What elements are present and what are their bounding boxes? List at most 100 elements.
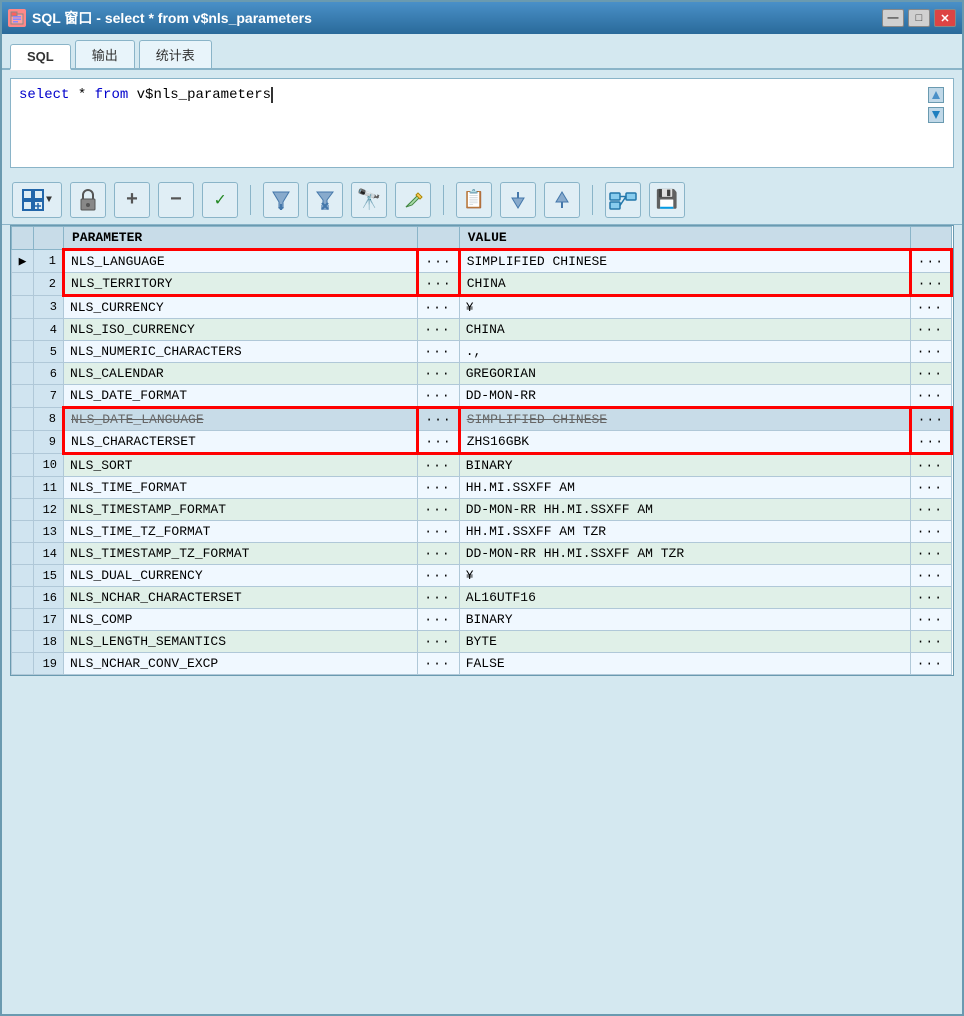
cell-dots1: ··· [418,609,459,631]
cell-parameter[interactable]: NLS_NUMERIC_CHARACTERS [64,341,418,363]
cell-value[interactable]: BYTE [459,631,910,653]
table-row: 10NLS_SORT···BINARY··· [12,454,952,477]
cell-dots1: ··· [418,477,459,499]
remove-row-button[interactable]: − [158,182,194,218]
cell-value[interactable]: CHINA [459,319,910,341]
cell-parameter[interactable]: NLS_LANGUAGE [64,250,418,273]
toolbar: ▼ + − ✓ [2,176,962,225]
cell-parameter[interactable]: NLS_DUAL_CURRENCY [64,565,418,587]
cell-value[interactable]: DD-MON-RR [459,385,910,408]
cell-parameter[interactable]: NLS_CALENDAR [64,363,418,385]
edit-button[interactable] [395,182,431,218]
cell-value[interactable]: SIMPLIFIED CHINESE [459,408,910,431]
filter-down-button[interactable] [263,182,299,218]
cell-value[interactable]: DD-MON-RR HH.MI.SSXFF AM [459,499,910,521]
cell-parameter[interactable]: NLS_SORT [64,454,418,477]
table-row: 7NLS_DATE_FORMAT···DD-MON-RR··· [12,385,952,408]
connect-icon [609,189,637,211]
tab-sql[interactable]: SQL [10,44,71,70]
cell-value[interactable]: ¥ [459,565,910,587]
cell-parameter[interactable]: NLS_DATE_LANGUAGE [64,408,418,431]
cell-value[interactable]: ¥ [459,296,910,319]
add-row-button[interactable]: + [114,182,150,218]
filter-clear-icon [315,190,335,210]
cell-parameter[interactable]: NLS_TIMESTAMP_TZ_FORMAT [64,543,418,565]
cell-dots1: ··· [418,408,459,431]
tab-stats[interactable]: 统计表 [139,40,212,68]
row-number: 10 [34,454,64,477]
grid-dropdown-arrow[interactable]: ▼ [46,195,52,206]
row-number: 12 [34,499,64,521]
row-number: 1 [34,250,64,273]
minimize-button[interactable]: — [882,9,904,27]
cell-dots1: ··· [418,454,459,477]
cell-dots1: ··· [418,319,459,341]
sort-up-icon [554,190,570,210]
cell-value[interactable]: AL16UTF16 [459,587,910,609]
copy-button[interactable]: 📋 [456,182,492,218]
cell-parameter[interactable]: NLS_TIME_TZ_FORMAT [64,521,418,543]
row-number: 14 [34,543,64,565]
cell-parameter[interactable]: NLS_CURRENCY [64,296,418,319]
row-number: 2 [34,273,64,296]
cell-parameter[interactable]: NLS_DATE_FORMAT [64,385,418,408]
cell-value[interactable]: CHINA [459,273,910,296]
editor-scrollbar [927,85,945,125]
table-row: 4NLS_ISO_CURRENCY···CHINA··· [12,319,952,341]
cell-value[interactable]: ., [459,341,910,363]
cell-value[interactable]: DD-MON-RR HH.MI.SSXFF AM TZR [459,543,910,565]
row-number: 7 [34,385,64,408]
table-row: 11NLS_TIME_FORMAT···HH.MI.SSXFF AM··· [12,477,952,499]
close-button[interactable]: ✕ [934,9,956,27]
table-row: 5NLS_NUMERIC_CHARACTERS···.,··· [12,341,952,363]
cell-value[interactable]: GREGORIAN [459,363,910,385]
cell-parameter[interactable]: NLS_TIMESTAMP_FORMAT [64,499,418,521]
cell-dots1: ··· [418,499,459,521]
cell-parameter[interactable]: NLS_COMP [64,609,418,631]
sql-editor-area[interactable]: select * from v$nls_parameters​ [10,78,954,168]
sort-up-button[interactable] [544,182,580,218]
cell-parameter[interactable]: NLS_TERRITORY [64,273,418,296]
row-number: 5 [34,341,64,363]
sort-down-button[interactable] [500,182,536,218]
cell-parameter[interactable]: NLS_CHARACTERSET [64,431,418,454]
cell-parameter[interactable]: NLS_ISO_CURRENCY [64,319,418,341]
table-row: 19NLS_NCHAR_CONV_EXCP···FALSE··· [12,653,952,675]
col-indicator [12,227,34,250]
cell-parameter[interactable]: NLS_LENGTH_SEMANTICS [64,631,418,653]
cell-value[interactable]: BINARY [459,454,910,477]
row-number: 18 [34,631,64,653]
cell-parameter[interactable]: NLS_TIME_FORMAT [64,477,418,499]
row-number: 3 [34,296,64,319]
cell-value[interactable]: FALSE [459,653,910,675]
cell-value[interactable]: HH.MI.SSXFF AM [459,477,910,499]
tab-bar: SQL 输出 统计表 [2,34,962,70]
cell-dots2: ··· [910,341,951,363]
separator-2 [443,185,444,215]
search-button[interactable]: 🔭 [351,182,387,218]
scroll-down-button[interactable] [928,107,944,123]
row-number: 15 [34,565,64,587]
cell-value[interactable]: HH.MI.SSXFF AM TZR [459,521,910,543]
tab-output[interactable]: 输出 [75,40,135,68]
window-title: SQL 窗口 - select * from v$nls_parameters [32,8,312,28]
save-button[interactable]: 💾 [649,182,685,218]
cell-value[interactable]: SIMPLIFIED CHINESE [459,250,910,273]
table-row: 17NLS_COMP···BINARY··· [12,609,952,631]
cell-dots2: ··· [910,273,951,296]
table-row: 2NLS_TERRITORY···CHINA··· [12,273,952,296]
confirm-button[interactable]: ✓ [202,182,238,218]
grid-view-button[interactable]: ▼ [12,182,62,218]
sql-editor-content[interactable]: select * from v$nls_parameters​ [19,85,927,106]
title-bar: SQL 窗口 - select * from v$nls_parameters … [2,2,962,34]
filter-clear-button[interactable] [307,182,343,218]
lock-button[interactable] [70,182,106,218]
scroll-up-button[interactable] [928,87,944,103]
restore-button[interactable]: □ [908,9,930,27]
cell-parameter[interactable]: NLS_NCHAR_CHARACTERSET [64,587,418,609]
cell-value[interactable]: BINARY [459,609,910,631]
cell-parameter[interactable]: NLS_NCHAR_CONV_EXCP [64,653,418,675]
cell-value[interactable]: ZHS16GBK [459,431,910,454]
table-row: 9NLS_CHARACTERSET···ZHS16GBK··· [12,431,952,454]
connect-button[interactable] [605,182,641,218]
